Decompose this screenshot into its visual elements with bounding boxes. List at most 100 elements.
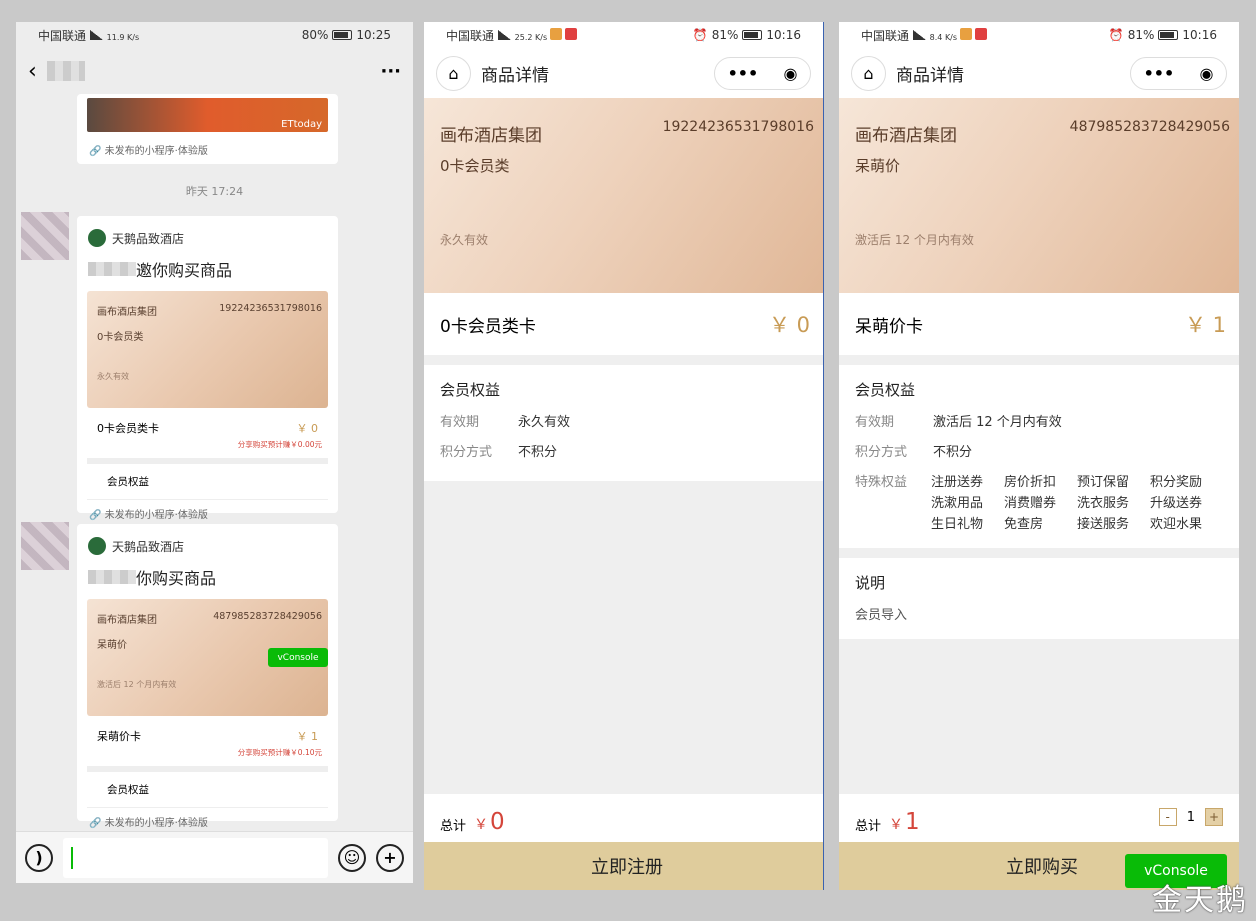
more-icon[interactable]: ··· — [380, 61, 401, 82]
mini-program-card-1[interactable]: 天鹅品致酒店 邀你购买商品 画布酒店集团 19224236531798016 0… — [77, 216, 338, 521]
product-price: ￥ 1 — [296, 730, 319, 743]
net-speed: 8.4 K/s — [929, 32, 958, 42]
increase-button[interactable]: + — [1205, 808, 1223, 826]
perk-item: 预订保留 — [1077, 475, 1130, 490]
product-name: 0卡会员类卡 — [440, 316, 536, 337]
close-target-icon[interactable]: ◉ — [783, 64, 797, 83]
perk-item: 欢迎水果 — [1150, 517, 1203, 532]
currency-symbol: ￥ — [474, 817, 489, 833]
avatar[interactable] — [21, 212, 69, 260]
more-icon[interactable]: ••• — [728, 64, 759, 83]
card-number: 487985283728429056 — [1069, 119, 1230, 135]
perk-item: 接送服务 — [1077, 517, 1130, 532]
total-bar: 总计 ￥ 0 — [424, 794, 823, 842]
capsule-menu[interactable]: ••• ◉ — [714, 56, 811, 90]
page-nav: ⌂ 商品详情 ••• ◉ — [839, 48, 1239, 98]
perks-title: 会员权益 — [855, 381, 916, 399]
status-bar: 中国联通 8.4 K/s ⏰ 81% 10:16 — [839, 22, 1239, 48]
quantity-value: 1 — [1186, 809, 1195, 825]
perks-title: 会员权益 — [440, 381, 501, 399]
battery-label: 81% — [711, 28, 739, 42]
field-value: 激活后 12 个月内有效 — [933, 415, 1062, 430]
emoji-icon[interactable]: ☺ — [338, 843, 366, 872]
hotel-logo-icon — [88, 229, 106, 247]
back-icon[interactable]: ‹ — [28, 59, 37, 84]
description-title: 说明 — [855, 574, 886, 592]
contact-name-blurred — [46, 61, 85, 81]
field-label: 有效期 — [855, 415, 895, 430]
battery-label: 81% — [1127, 28, 1155, 42]
signal-icon — [497, 29, 511, 40]
perk-item: 消费赠券 — [1004, 496, 1057, 511]
field-label: 积分方式 — [440, 445, 493, 460]
share-earning: 分享购买预计赚￥0.00元 — [237, 440, 322, 449]
avatar[interactable] — [21, 522, 69, 570]
member-card: 画布酒店集团 19224236531798016 0卡会员类 永久有效 — [424, 98, 823, 293]
carrier-label: 中国联通 — [38, 28, 87, 43]
alarm-icon: ⏰ — [692, 28, 708, 42]
total-label: 总计 — [440, 819, 467, 834]
decrease-button[interactable]: - — [1158, 808, 1177, 826]
card-validity: 激活后 12 个月内有效 — [97, 680, 177, 689]
card-validity: 永久有效 — [440, 233, 489, 247]
perk-item: 升级送券 — [1150, 496, 1203, 511]
message-title: 你购买商品 — [136, 569, 217, 588]
card-type: 0卡会员类 — [97, 332, 144, 343]
card-validity: 激活后 12 个月内有效 — [855, 233, 974, 247]
vconsole-button[interactable]: vConsole — [268, 648, 328, 667]
product-price: ￥ 1 — [1184, 313, 1226, 337]
app-badge-icon — [550, 27, 563, 40]
sender-blurred — [88, 570, 136, 584]
perks-label: 会员权益 — [87, 772, 328, 808]
more-icon[interactable]: ••• — [1144, 64, 1175, 83]
page-title: 商品详情 — [896, 65, 964, 86]
card-preview: 画布酒店集团 19224236531798016 0卡会员类 永久有效 — [87, 291, 328, 408]
total-bar: 总计 ￥ 1 - 1 + — [839, 794, 1239, 842]
card-number: 19224236531798016 — [219, 303, 322, 314]
card-type: 0卡会员类 — [440, 157, 510, 175]
product-name: 0卡会员类卡 — [97, 422, 159, 435]
app-badge-icon — [565, 27, 578, 40]
previous-message[interactable]: ETtoday 🔗 未发布的小程序·体验版 — [77, 94, 338, 164]
perk-item: 洗漱用品 — [931, 496, 984, 511]
voice-icon[interactable]: ) — [25, 843, 53, 872]
signal-icon — [912, 29, 926, 40]
plus-icon[interactable]: + — [376, 843, 404, 872]
field-value: 永久有效 — [518, 415, 571, 430]
total-amount: 1 — [905, 809, 920, 835]
mini-program-card-2[interactable]: 天鹅品致酒店 你购买商品 画布酒店集团 487985283728429056 呆… — [77, 524, 338, 829]
close-target-icon[interactable]: ◉ — [1199, 64, 1213, 83]
detail-screen-a: 中国联通 25.2 K/s ⏰ 81% 10:16 ⌂ 商品详情 ••• ◉ 画布酒店… — [424, 22, 824, 890]
card-validity: 永久有效 — [97, 372, 129, 381]
home-icon[interactable]: ⌂ — [436, 55, 471, 91]
home-icon[interactable]: ⌂ — [851, 55, 886, 91]
battery-label: 80% — [301, 28, 329, 42]
perk-item: 注册送券 — [931, 475, 984, 490]
perk-item: 积分奖励 — [1150, 475, 1203, 490]
status-bar: 中国联通 25.2 K/s ⏰ 81% 10:16 — [424, 22, 823, 48]
footer-label: 未发布的小程序·体验版 — [104, 146, 208, 157]
register-button[interactable]: 立即注册 — [424, 842, 823, 890]
alarm-icon: ⏰ — [1108, 28, 1124, 42]
product-price: ￥ 0 — [296, 422, 319, 435]
timestamp: 昨天 17:24 — [185, 185, 244, 198]
footer-label: 未发布的小程序·体验版 — [104, 818, 208, 829]
field-value: 不积分 — [518, 445, 558, 460]
description-section: 说明 会员导入 — [839, 558, 1239, 639]
link-icon: 🔗 — [89, 818, 102, 829]
member-card: 画布酒店集团 487985283728429056 呆萌价 激活后 12 个月内… — [839, 98, 1239, 293]
perks-section: 会员权益 有效期 激活后 12 个月内有效 积分方式 不积分 特殊权益 注册送券 房… — [839, 365, 1239, 548]
clock-label: 10:16 — [766, 28, 801, 42]
clock-label: 10:16 — [1182, 28, 1217, 42]
message-input[interactable] — [63, 837, 328, 878]
card-number: 19224236531798016 — [662, 119, 814, 135]
product-price: ￥ 0 — [768, 313, 810, 337]
capsule-menu[interactable]: ••• ◉ — [1130, 56, 1227, 90]
total-label: 总计 — [855, 819, 882, 834]
input-bar: ) ☺ + — [16, 831, 413, 883]
status-bar: 中国联通 11.9 K/s 80% 10:25 — [16, 22, 413, 48]
total-amount: 0 — [490, 809, 505, 835]
signal-icon — [89, 29, 103, 40]
perk-item: 房价折扣 — [1004, 475, 1057, 490]
sender-blurred — [88, 262, 136, 276]
